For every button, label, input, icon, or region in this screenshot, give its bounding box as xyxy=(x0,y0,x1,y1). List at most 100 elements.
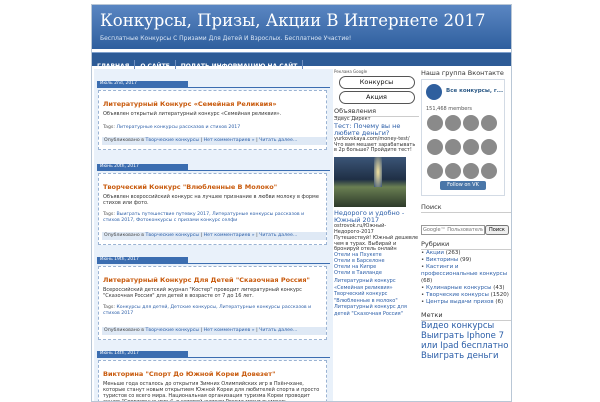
category-link[interactable]: Кастинги и профессиональные конкурсы xyxy=(421,264,507,277)
category-item: • Викторины (99) xyxy=(421,257,472,263)
category-link[interactable]: Творческие конкурсы xyxy=(145,328,199,333)
post-footer: Опубликовано в Творческие конкурсы | Нет… xyxy=(102,232,326,240)
post-box: Литературный Конкурс Для Детей "Сказочна… xyxy=(98,266,327,340)
divider xyxy=(97,357,330,358)
recent-post-link[interactable]: Литературный конкурс «Семейная реликвия» xyxy=(334,278,419,291)
ad-label: Реклама Google xyxy=(334,69,368,74)
vk-widget: Все конкурсы, г... 151,468 members Follo… xyxy=(421,79,505,196)
vk-group-name[interactable]: Все конкурсы, г... xyxy=(446,88,503,94)
recent-post-link[interactable]: Творческий конкурс "Влюбленные в молоко" xyxy=(334,291,419,304)
member-avatar[interactable] xyxy=(445,139,461,155)
post-tags: Tags: Литературные конкурсы рассказов и … xyxy=(103,125,321,131)
ad-photo-highlight xyxy=(374,157,382,188)
main-content: Июль 2nd, 2017 Литературный Конкурс «Сем… xyxy=(94,69,333,401)
post-title[interactable]: Литературный Конкурс «Семейная Реликвия» xyxy=(103,100,277,108)
search-button[interactable]: Поиск xyxy=(485,225,509,235)
category-link[interactable]: Викторины xyxy=(426,257,458,263)
post: Июнь 20th, 2017 Творческий Конкурс "Влюб… xyxy=(97,164,330,245)
member-avatar[interactable] xyxy=(463,163,479,179)
read-more-link[interactable]: Читать далее... xyxy=(259,138,297,143)
category-item: • Центры выдачи призов (6) xyxy=(421,299,504,305)
vk-group-avatar[interactable] xyxy=(426,84,442,100)
tag-link[interactable]: Литературные конкурсы рассказов и стихов… xyxy=(116,125,240,130)
recent-post-link[interactable]: Литературный конкурс для детей "Сказочна… xyxy=(334,304,419,317)
read-more-link[interactable]: Читать далее... xyxy=(259,328,297,333)
category-item: • Кулинарные конкурсы (43) xyxy=(421,285,505,291)
vk-follow-button[interactable]: Follow on VK xyxy=(440,181,486,190)
ad-link-konkursy[interactable]: Конкурсы xyxy=(338,76,415,89)
site-header: Конкурсы, Призы, Акции В Интернете 2017 … xyxy=(92,5,511,49)
site-title[interactable]: Конкурсы, Призы, Акции В Интернете 2017 xyxy=(100,11,485,30)
post-title[interactable]: Викторина "Спорт До Южной Кореи Довезет" xyxy=(103,370,275,378)
category-link[interactable]: Акции xyxy=(426,250,444,256)
divider xyxy=(97,87,330,88)
category-count: (6) xyxy=(495,299,504,305)
vk-heading: Наша группа Вконтакте xyxy=(421,69,504,77)
member-avatar[interactable] xyxy=(445,163,461,179)
ad-link-akciya[interactable]: Акция xyxy=(338,91,415,104)
post-title[interactable]: Литературный Конкурс Для Детей "Сказочна… xyxy=(103,276,310,284)
tags-label: Tags: xyxy=(103,305,115,310)
ad-block-2: Недорого и удобно - Южный 2017 ostrovok.… xyxy=(334,210,419,276)
vk-member-count: 151,468 members xyxy=(426,106,472,112)
sidebar-ads: Реклама Google Конкурсы Акция Объявления… xyxy=(334,69,419,401)
tags-heading: Метки xyxy=(421,310,511,321)
category-item: • Кастинги и профессиональные конкурсы (… xyxy=(421,264,508,284)
category-count: (99) xyxy=(460,257,472,263)
member-avatar[interactable] xyxy=(463,139,479,155)
comments-link[interactable]: Нет комментариев » xyxy=(204,138,255,143)
member-avatar[interactable] xyxy=(481,163,497,179)
main-nav: ГЛАВНАЯ О САЙТЕ ПОДАТЬ ИНФОРМАЦИЮ НА САЙТ xyxy=(92,52,511,73)
post-title[interactable]: Творческий Конкурс "Влюбленные В Молоко" xyxy=(103,183,277,191)
search-heading: Поиск xyxy=(421,202,511,213)
category-list: • Акции (263) • Викторины (99) • Кастинг… xyxy=(421,250,511,306)
post-tags: Tags: Выиграть путешествие путевку 2017,… xyxy=(103,212,321,224)
category-count: (68) xyxy=(421,278,433,284)
post-box: Викторина "Спорт До Южной Кореи Довезет"… xyxy=(98,360,327,401)
ad-sublink[interactable]: Отели в Таиланде xyxy=(334,270,419,277)
post-footer: Опубликовано в Творческие конкурсы | Нет… xyxy=(102,327,326,335)
category-link[interactable]: Центры выдачи призов xyxy=(426,299,494,305)
ad-photo[interactable] xyxy=(334,157,406,208)
read-more-link[interactable]: Читать далее... xyxy=(259,233,297,238)
page-container: Конкурсы, Призы, Акции В Интернете 2017 … xyxy=(91,4,512,402)
category-link[interactable]: Творческие конкурсы xyxy=(426,292,489,298)
post: Июль 2nd, 2017 Литературный Конкурс «Сем… xyxy=(97,81,330,150)
post: Июнь 14th, 2017 Викторина "Спорт До Южно… xyxy=(97,351,330,401)
category-count: (263) xyxy=(445,250,461,256)
tag-link[interactable]: Конкурсы для детей, Детские конкурсы, Ли… xyxy=(103,305,311,316)
member-avatar[interactable] xyxy=(427,139,443,155)
post-tags: Tags: Конкурсы для детей, Детские конкур… xyxy=(103,305,321,317)
member-avatar[interactable] xyxy=(481,115,497,131)
ad-text: Путешествуй! Южный дешевле чем в турах. … xyxy=(334,234,419,253)
post-box: Литературный Конкурс «Семейная Реликвия»… xyxy=(98,90,327,150)
tag-link[interactable]: Выиграть путешествие путевку 2017, Литер… xyxy=(103,212,304,223)
ad-block-1: Эдвус Директ Тест: Почему вы не любите д… xyxy=(334,116,419,154)
ad-headline[interactable]: Тест: Почему вы не любите деньги? xyxy=(334,122,419,137)
post-text: Объявлен открытый литературный конкурс «… xyxy=(103,111,282,117)
member-avatar[interactable] xyxy=(427,163,443,179)
category-link[interactable]: Творческие конкурсы xyxy=(145,138,199,143)
divider xyxy=(97,263,330,264)
search-input[interactable] xyxy=(421,225,485,235)
comments-link[interactable]: Нет комментариев » xyxy=(204,328,255,333)
comments-link[interactable]: Нет комментариев » xyxy=(204,233,255,238)
member-avatar[interactable] xyxy=(427,115,443,131)
post-footer: Опубликовано в Творческие конкурсы | Нет… xyxy=(102,137,326,145)
category-link[interactable]: Творческие конкурсы xyxy=(145,233,199,238)
posted-in-label: Опубликовано в xyxy=(104,328,144,333)
divider xyxy=(97,170,330,171)
category-link[interactable]: Кулинарные конкурсы xyxy=(426,285,492,291)
tag-cloud[interactable]: Видео конкурсы Выиграть Iphone 7 или Ipa… xyxy=(421,321,511,361)
post-text: Всероссийский детский журнал "Костер" пр… xyxy=(103,287,302,299)
tags-label: Tags: xyxy=(103,125,115,130)
search-form: Поиск xyxy=(421,216,511,235)
posted-in-label: Опубликовано в xyxy=(104,233,144,238)
member-avatar[interactable] xyxy=(481,139,497,155)
categories-heading: Рубрики xyxy=(421,239,511,250)
recent-posts: Литературный конкурс «Семейная реликвия»… xyxy=(334,278,419,317)
member-avatar[interactable] xyxy=(463,115,479,131)
member-avatar[interactable] xyxy=(445,115,461,131)
site-tagline: Бесплатные Конкурсы С Призами Для Детей … xyxy=(100,35,352,42)
sidebar-right: Наша группа Вконтакте Все конкурсы, г...… xyxy=(421,69,511,401)
